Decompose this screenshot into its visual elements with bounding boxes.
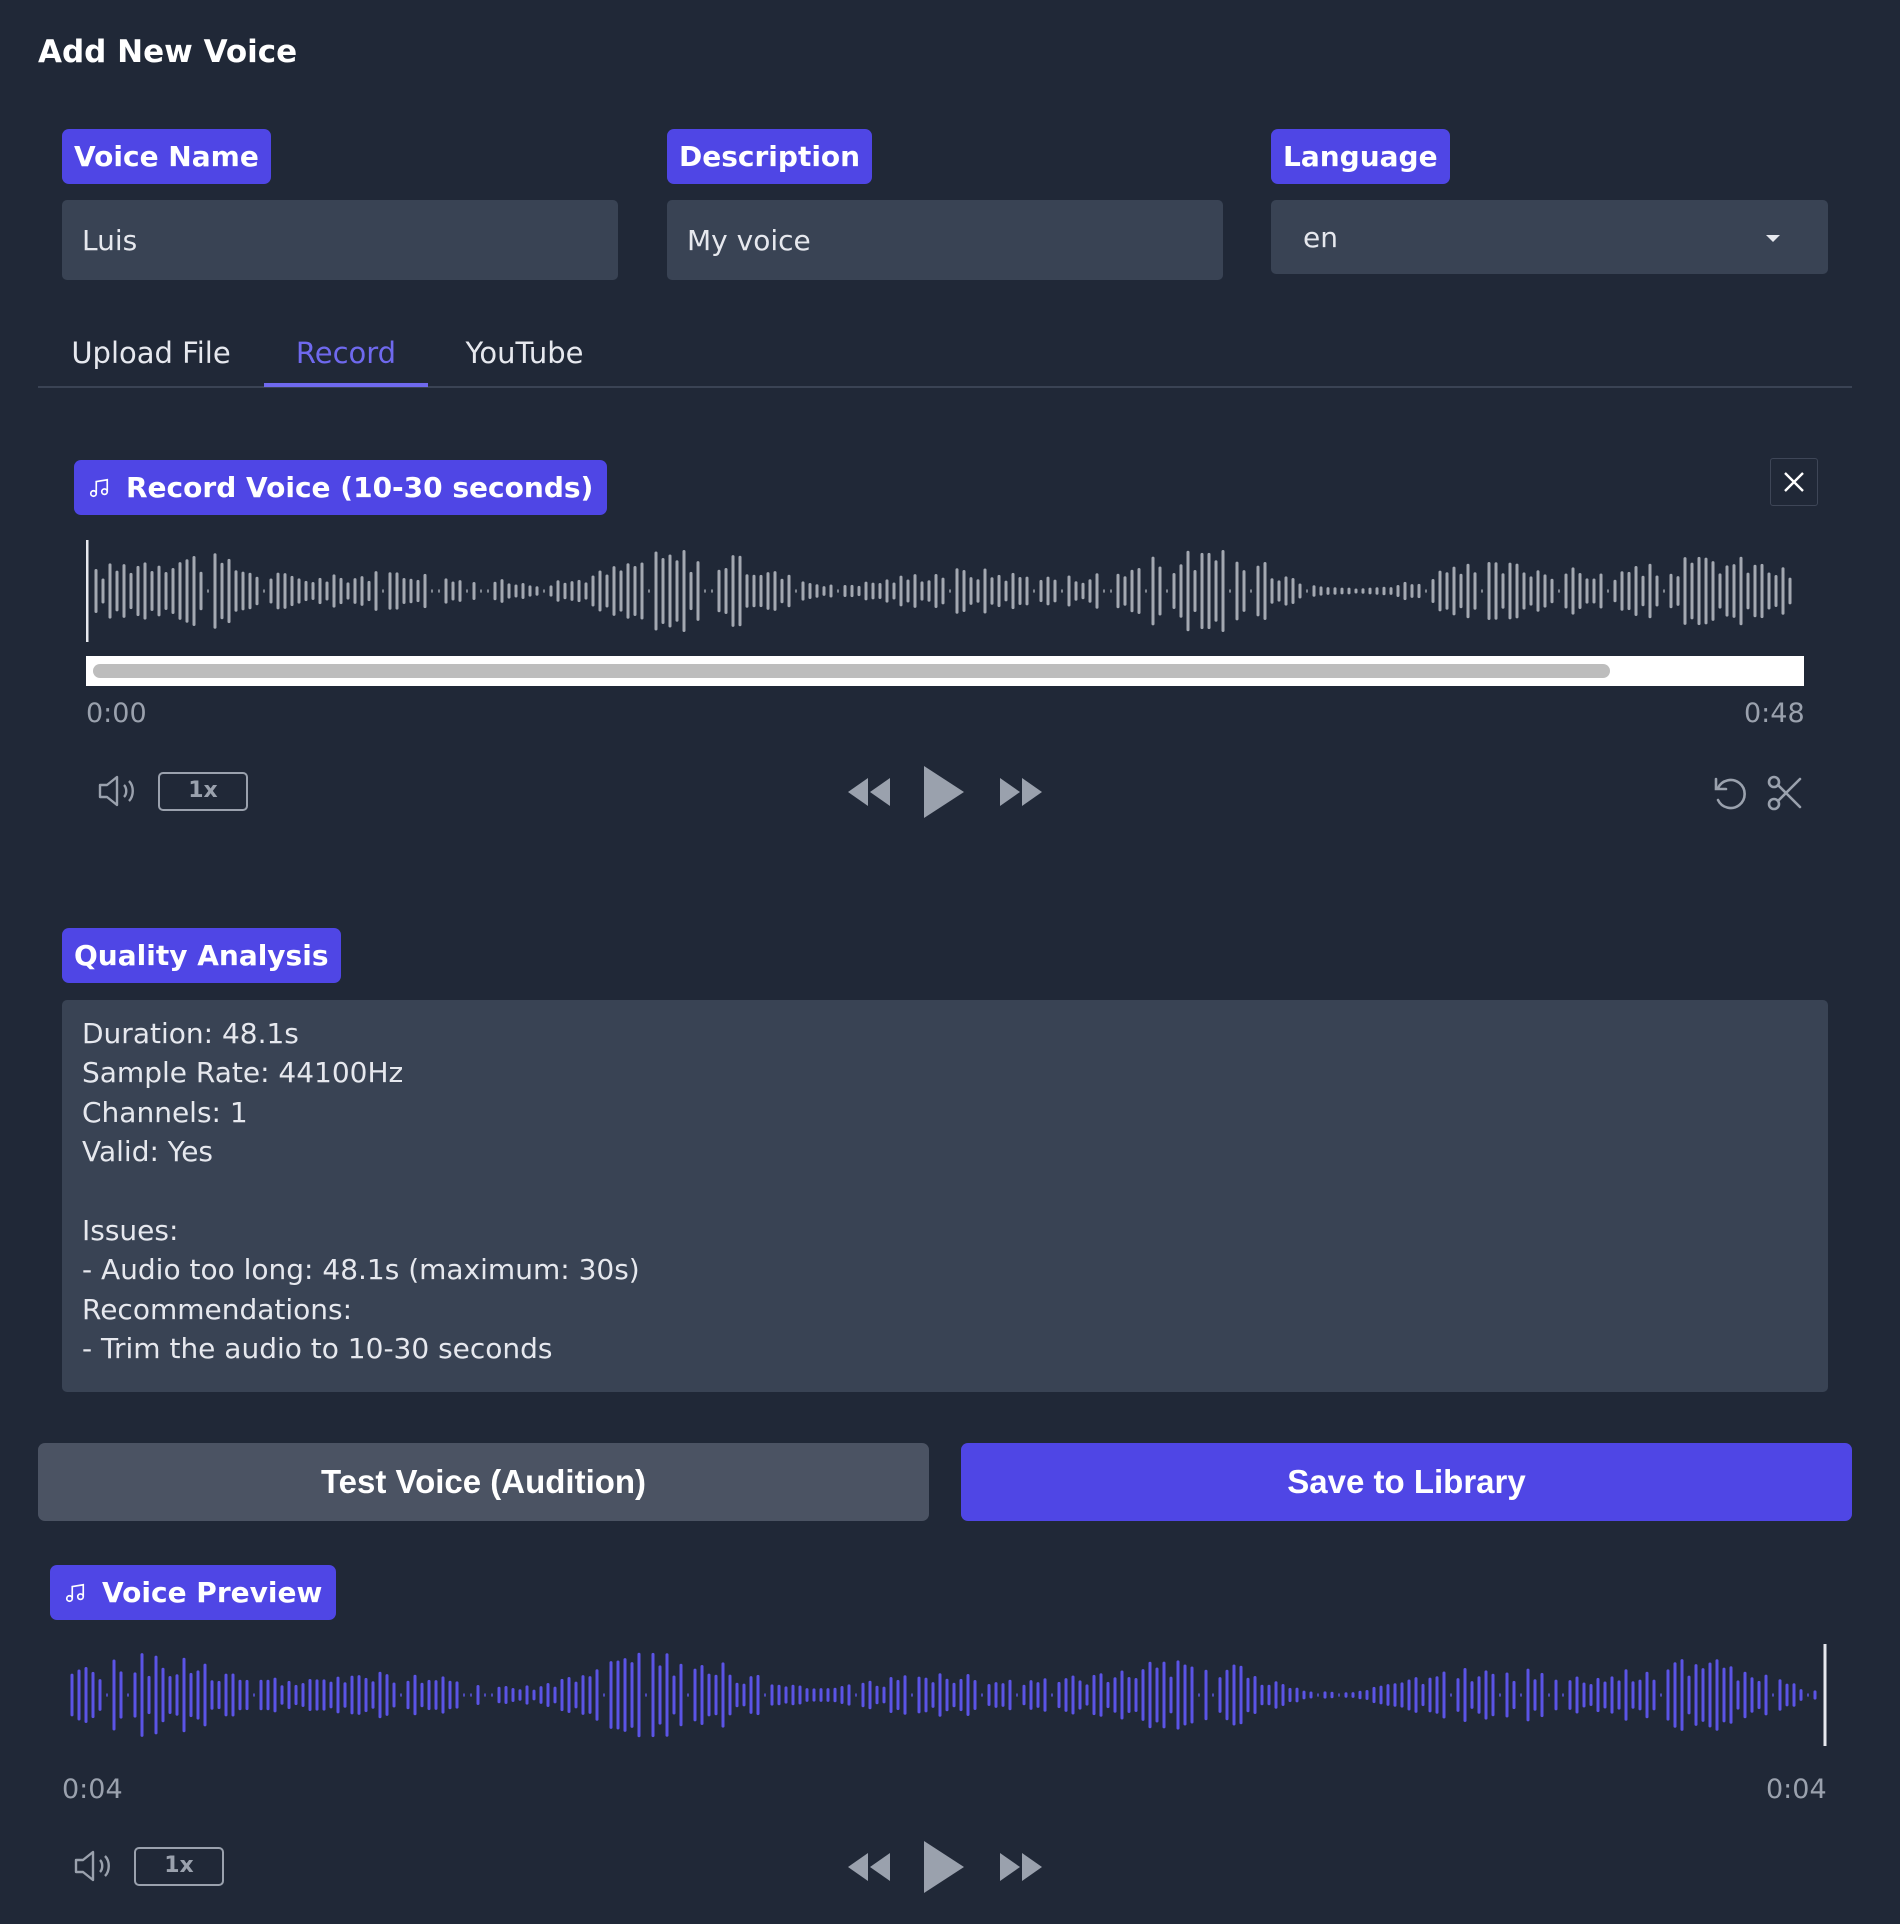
voice-name-input[interactable] xyxy=(62,200,618,280)
quality-analysis-box: Duration: 48.1s Sample Rate: 44100Hz Cha… xyxy=(62,1000,1828,1392)
language-label: Language xyxy=(1271,129,1450,184)
record-volume-button[interactable] xyxy=(96,773,140,809)
active-tab-indicator xyxy=(264,383,428,387)
record-scrollbar[interactable] xyxy=(86,656,1804,686)
preview-time-end: 0:04 xyxy=(1766,1774,1827,1805)
language-select[interactable]: en xyxy=(1271,200,1828,274)
preview-rewind-button[interactable] xyxy=(846,1850,892,1884)
play-icon xyxy=(924,766,964,818)
chevron-down-icon xyxy=(1766,235,1780,242)
description-input[interactable] xyxy=(667,200,1223,280)
quality-line-channels: Channels: 1 xyxy=(82,1095,248,1129)
quality-analysis-label: Quality Analysis xyxy=(62,928,341,983)
rewind-icon xyxy=(848,1853,890,1881)
quality-line-blank xyxy=(82,1172,1808,1211)
preview-waveform-svg xyxy=(70,1644,1827,1746)
record-trim-button[interactable] xyxy=(1766,774,1804,812)
description-label: Description xyxy=(667,129,873,184)
preview-waveform[interactable] xyxy=(62,1640,1828,1750)
reset-icon xyxy=(1714,777,1746,810)
preview-play-button[interactable] xyxy=(922,1837,966,1897)
quality-line-sample-rate: Sample Rate: 44100Hz xyxy=(82,1056,404,1090)
voice-name-label: Voice Name xyxy=(62,129,271,184)
record-rewind-button[interactable] xyxy=(846,775,892,809)
save-to-library-button[interactable]: Save to Library xyxy=(961,1443,1852,1521)
preview-volume-button[interactable] xyxy=(72,1848,116,1884)
music-note-icon xyxy=(65,1583,85,1602)
close-button[interactable] xyxy=(1770,458,1818,506)
record-time-start: 0:00 xyxy=(86,698,147,729)
preview-forward-button[interactable] xyxy=(998,1850,1044,1884)
fast-forward-icon xyxy=(1000,778,1042,806)
rewind-icon xyxy=(848,778,890,806)
record-scrollbar-thumb[interactable] xyxy=(93,664,1610,678)
page-title: Add New Voice xyxy=(38,34,298,70)
close-icon xyxy=(1784,472,1804,492)
quality-line-issue: - Audio too long: 48.1s (maximum: 30s) xyxy=(82,1253,640,1287)
record-voice-label-text: Record Voice (10-30 seconds) xyxy=(126,471,594,504)
quality-line-issues-heading: Issues: xyxy=(82,1213,179,1247)
test-voice-button[interactable]: Test Voice (Audition) xyxy=(38,1443,929,1521)
quality-line-recommendation: - Trim the audio to 10-30 seconds xyxy=(82,1332,553,1366)
scissors-icon xyxy=(1767,775,1802,811)
tab-youtube[interactable]: YouTube xyxy=(452,336,597,386)
record-play-button[interactable] xyxy=(922,762,966,822)
volume-icon xyxy=(74,1850,110,1882)
record-time-end: 0:48 xyxy=(1744,698,1805,729)
volume-icon xyxy=(98,775,134,807)
description-field[interactable] xyxy=(667,200,1223,280)
quality-line-duration: Duration: 48.1s xyxy=(82,1017,299,1050)
voice-name-field[interactable] xyxy=(62,200,618,280)
tab-record[interactable]: Record xyxy=(264,336,428,386)
record-forward-button[interactable] xyxy=(998,775,1044,809)
preview-speed-button[interactable]: 1x xyxy=(134,1847,224,1886)
music-note-icon xyxy=(89,478,109,497)
record-waveform-svg xyxy=(86,540,1792,642)
quality-line-valid: Valid: Yes xyxy=(82,1135,214,1169)
record-voice-label: Record Voice (10-30 seconds) xyxy=(74,460,608,515)
voice-preview-label: Voice Preview xyxy=(50,1565,337,1620)
preview-time-start: 0:04 xyxy=(62,1774,123,1805)
play-icon xyxy=(924,1841,964,1893)
quality-line-recommendations-heading: Recommendations: xyxy=(82,1292,353,1326)
language-value: en xyxy=(1303,220,1338,254)
voice-preview-label-text: Voice Preview xyxy=(102,1576,323,1609)
fast-forward-icon xyxy=(1000,1853,1042,1881)
tab-upload-file[interactable]: Upload File xyxy=(62,336,240,386)
record-reset-button[interactable] xyxy=(1710,774,1750,812)
record-waveform[interactable] xyxy=(86,536,1804,646)
record-speed-button[interactable]: 1x xyxy=(158,772,248,811)
